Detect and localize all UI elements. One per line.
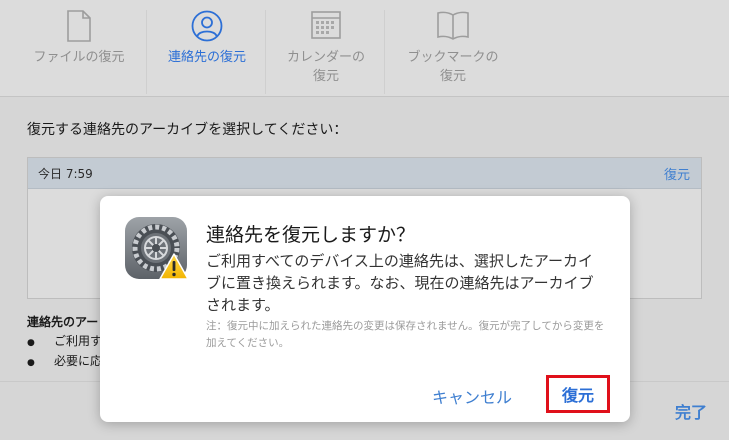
note-text: ご利用す — [54, 334, 103, 348]
note-item: ● ご利用す — [27, 332, 102, 349]
tab-label-line2: 復元 — [312, 69, 339, 84]
list-item[interactable]: 今日 7:59 復元 — [28, 158, 701, 189]
calendar-icon — [311, 10, 341, 46]
bookmark-icon — [436, 10, 470, 46]
note-text: 必要に応 — [54, 354, 103, 368]
dialog-note: 注：復元中に加えられた連絡先の変更は保存されません。復元が完了してから変更を加え… — [206, 320, 605, 349]
tab-divider — [146, 10, 147, 94]
tab-contacts-restore[interactable]: 連絡先の復元 — [150, 0, 264, 96]
note-item: ● 必要に応 — [27, 352, 102, 369]
bullet-icon: ● — [27, 358, 35, 368]
system-preferences-warning-icon — [124, 216, 190, 282]
tab-label: 連絡先の復元 — [167, 50, 246, 65]
tab-label: カレンダーの 復元 — [269, 48, 383, 86]
dialog-message: ご利用すべてのデバイス上の連絡先は、選択したアーカイブに置き換えられます。なお、… — [206, 252, 594, 314]
page-prompt: 復元する連絡先のアーカイブを選択してください： — [27, 122, 348, 138]
archive-time: 今日 7:59 — [38, 167, 93, 181]
bullet-icon: ● — [27, 338, 35, 348]
archive-restore-link[interactable]: 復元 — [664, 164, 690, 183]
tab-divider — [384, 10, 385, 94]
tab-label-line2: 復元 — [439, 69, 466, 84]
tab-files-restore[interactable]: ファイルの復元 — [14, 0, 144, 96]
tab-divider — [265, 10, 266, 94]
tab-label-line1: ブックマークの — [407, 50, 499, 65]
restore-button[interactable]: 復元 — [546, 375, 610, 413]
document-icon — [66, 10, 92, 48]
done-button[interactable]: 完了 — [675, 399, 707, 423]
tab-label: ブックマークの 復元 — [388, 48, 518, 86]
toolbar: ファイルの復元 連絡先の復元 カレンダーの 復元 ブックマークの 復元 — [0, 0, 729, 97]
tab-label-line1: カレンダーの — [286, 50, 365, 65]
tab-calendar-restore[interactable]: カレンダーの 復元 — [269, 0, 383, 96]
notes-title: 連絡先のアー — [27, 315, 99, 329]
tab-bookmarks-restore[interactable]: ブックマークの 復元 — [388, 0, 518, 96]
restore-confirm-dialog: 連絡先を復元しますか？ ご利用すべてのデバイス上の連絡先は、選択したアーカイブに… — [100, 196, 630, 422]
tab-label: ファイルの復元 — [33, 50, 125, 65]
cancel-button[interactable]: キャンセル — [432, 384, 512, 408]
dialog-title: 連絡先を復元しますか？ — [206, 224, 416, 246]
contacts-icon — [191, 10, 223, 48]
